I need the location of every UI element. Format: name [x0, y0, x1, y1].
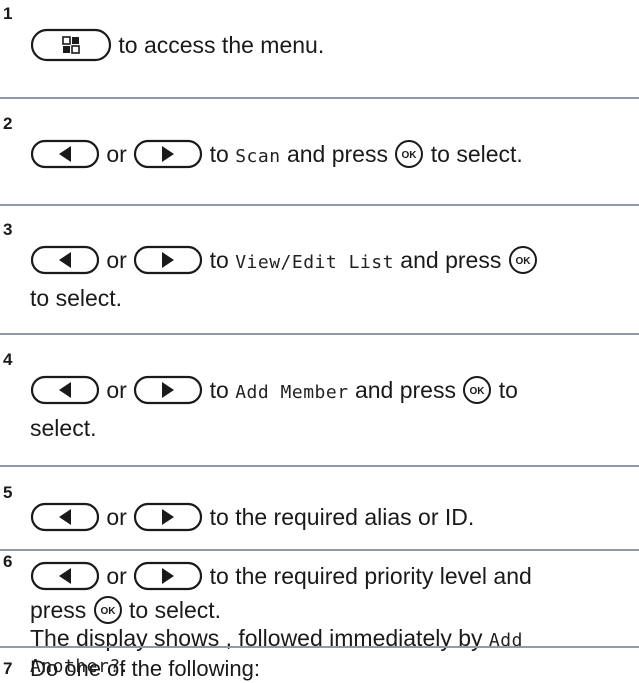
left-arrow-button-icon: [30, 245, 100, 275]
divider: [0, 204, 639, 206]
svg-text:OK: OK: [470, 386, 486, 397]
left-arrow-button-icon: [30, 561, 100, 591]
step-number: 1: [3, 4, 13, 23]
divider: [0, 646, 639, 648]
step-text: to access the menu.: [30, 30, 324, 64]
step-text-press: press OK to select.: [30, 596, 221, 627]
ok-button-icon: OK: [462, 375, 492, 405]
left-arrow-button-icon: [30, 502, 100, 532]
menu-button-icon: [30, 28, 112, 62]
divider: [0, 549, 639, 551]
ok-button-icon: OK: [394, 139, 424, 169]
right-arrow-button-icon: [133, 245, 203, 275]
ok-button-icon: OK: [508, 245, 538, 275]
step-number: 2: [3, 114, 13, 133]
divider: [0, 97, 639, 99]
step-number: 7: [3, 659, 13, 678]
ok-button-icon: OK: [93, 595, 123, 625]
right-arrow-button-icon: [133, 375, 203, 405]
step-number: 4: [3, 350, 13, 369]
left-arrow-button-icon: [30, 375, 100, 405]
divider: [0, 465, 639, 467]
step-number: 5: [3, 483, 13, 502]
menu-item-scan: Scan: [235, 146, 281, 167]
step-text: or to Scan and press OK to select.: [30, 140, 523, 171]
menu-item-view-edit-list: View/Edit List: [235, 252, 394, 273]
step-number: 3: [3, 220, 13, 239]
right-arrow-button-icon: [133, 139, 203, 169]
step-text: Do one of the following:: [30, 656, 260, 681]
right-arrow-button-icon: [133, 561, 203, 591]
step-text: or to the required alias or ID.: [30, 503, 474, 534]
step-number: 6: [3, 552, 13, 571]
left-arrow-button-icon: [30, 139, 100, 169]
svg-text:OK: OK: [402, 150, 418, 161]
right-arrow-button-icon: [133, 502, 203, 532]
step-text: or to Add Member and press OK to: [30, 376, 518, 407]
menu-item-add-member: Add Member: [235, 382, 349, 403]
svg-text:OK: OK: [515, 256, 531, 267]
svg-text:OK: OK: [100, 606, 116, 617]
step-text-continued: select.: [30, 415, 97, 441]
step-text-continued: to select.: [30, 285, 123, 311]
divider: [0, 333, 639, 335]
step-text: or to the required priority level and: [30, 562, 532, 593]
step-text: or to View/Edit List and press OK: [30, 246, 538, 277]
